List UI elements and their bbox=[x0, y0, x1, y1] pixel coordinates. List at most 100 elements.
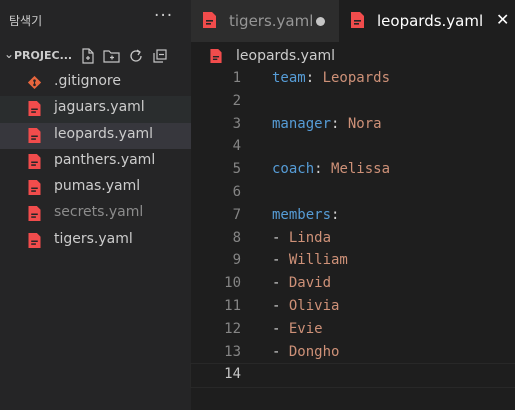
file-item[interactable]: jaguars.yaml bbox=[0, 96, 191, 123]
explorer-header: 탐색기 ··· bbox=[0, 0, 191, 42]
code-line[interactable]: 5 coach: Melissa bbox=[191, 159, 515, 182]
yaml-punctuation: - bbox=[272, 320, 289, 337]
yaml-value: Olivia bbox=[288, 297, 340, 314]
code-text: members: bbox=[272, 207, 339, 223]
line-number: 6 bbox=[232, 183, 241, 200]
yaml-value: Leopards bbox=[322, 70, 391, 86]
yaml-punctuation: - bbox=[272, 343, 289, 360]
code-editor[interactable]: 1 team: Leopards 2 3 manager: Nora 4 5 coach: M… bbox=[190, 68, 515, 389]
line-number: 10 bbox=[224, 275, 241, 292]
yaml-value: William bbox=[288, 252, 348, 269]
yaml-value: David bbox=[288, 275, 332, 292]
yaml-file-icon bbox=[351, 12, 364, 28]
code-text: - David bbox=[272, 275, 331, 291]
line-number: 3 bbox=[232, 115, 241, 132]
yaml-value: Linda bbox=[288, 229, 332, 246]
yaml-file-icon bbox=[28, 206, 41, 221]
explorer-sidebar: 탐색기 ··· ⌄ PROJEC... .gitignore jaguars.ya… bbox=[0, 0, 191, 410]
new-file-icon[interactable] bbox=[79, 47, 97, 65]
line-number: 5 bbox=[232, 161, 241, 178]
code-text: manager: Nora bbox=[272, 116, 382, 132]
file-item[interactable]: pumas.yaml bbox=[0, 175, 191, 201]
code-line[interactable]: 8 - Linda bbox=[191, 228, 515, 251]
file-name: .gitignore bbox=[54, 73, 121, 89]
close-icon[interactable]: ✕ bbox=[496, 10, 509, 29]
unsaved-dot-icon[interactable] bbox=[316, 17, 325, 26]
line-number: 4 bbox=[232, 138, 241, 155]
file-name: jaguars.yaml bbox=[54, 99, 145, 116]
line-number: 7 bbox=[232, 206, 241, 223]
yaml-punctuation: : bbox=[314, 161, 332, 178]
yaml-value: Evie bbox=[288, 320, 323, 337]
line-number: 9 bbox=[232, 252, 241, 269]
file-item[interactable]: secrets.yaml bbox=[0, 201, 191, 227]
tab-label: leopards.yaml bbox=[377, 12, 484, 30]
yaml-punctuation: : bbox=[305, 70, 323, 86]
collapse-all-icon[interactable] bbox=[151, 47, 169, 65]
line-number: 13 bbox=[224, 343, 241, 360]
tab-label: tigers.yaml bbox=[229, 12, 314, 30]
yaml-file-icon bbox=[203, 12, 216, 28]
breadcrumb-file[interactable]: leopards.yaml bbox=[236, 48, 335, 64]
code-line[interactable]: 7 members: bbox=[191, 205, 515, 228]
code-line[interactable]: 3 manager: Nora bbox=[191, 114, 515, 137]
more-actions-icon[interactable]: ··· bbox=[154, 6, 173, 26]
code-line[interactable]: 10 - David bbox=[191, 273, 515, 296]
file-name: panthers.yaml bbox=[54, 151, 156, 168]
yaml-value: Dongho bbox=[288, 343, 340, 360]
code-text: - Dongho bbox=[272, 344, 339, 360]
line-number: 8 bbox=[232, 229, 241, 246]
yaml-punctuation: - bbox=[272, 275, 289, 292]
file-name: tigers.yaml bbox=[54, 230, 133, 247]
code-line[interactable]: 11 - Olivia bbox=[191, 296, 515, 319]
editor-tab-bar: tigers.yaml leopards.yaml ✕ bbox=[191, 0, 515, 42]
line-number: 14 bbox=[224, 366, 241, 383]
tab-tigers-yaml[interactable]: tigers.yaml bbox=[191, 0, 339, 42]
code-line[interactable]: 12 - Evie bbox=[191, 319, 515, 342]
yaml-file-icon bbox=[210, 49, 222, 63]
file-item[interactable]: panthers.yaml bbox=[0, 149, 191, 175]
line-number: 2 bbox=[232, 92, 241, 109]
code-line[interactable]: 6 bbox=[191, 182, 515, 205]
git-icon bbox=[28, 75, 41, 90]
chevron-down-icon[interactable]: ⌄ bbox=[4, 47, 14, 61]
tab-leopards-yaml[interactable]: leopards.yaml ✕ bbox=[339, 0, 515, 42]
file-name: pumas.yaml bbox=[54, 178, 141, 195]
file-item[interactable]: tigers.yaml bbox=[0, 228, 191, 254]
explorer-title: 탐색기 bbox=[9, 14, 43, 28]
line-number: 11 bbox=[224, 297, 241, 314]
project-folder-row[interactable]: ⌄ PROJEC... bbox=[0, 44, 191, 70]
yaml-punctuation: : bbox=[331, 206, 340, 223]
yaml-punctuation: - bbox=[272, 252, 289, 269]
yaml-key: coach bbox=[272, 161, 315, 178]
code-line[interactable]: 9 - William bbox=[191, 250, 515, 273]
new-folder-icon[interactable] bbox=[103, 47, 121, 65]
code-line[interactable]: 2 bbox=[191, 91, 515, 114]
code-text: - Olivia bbox=[272, 298, 339, 314]
code-line[interactable]: 4 bbox=[191, 136, 515, 159]
yaml-key: members bbox=[272, 206, 332, 223]
project-folder-name[interactable]: PROJEC... bbox=[14, 49, 72, 62]
refresh-icon[interactable] bbox=[127, 47, 145, 65]
code-text: team: Leopards bbox=[272, 70, 390, 86]
file-item[interactable]: .gitignore bbox=[0, 70, 191, 96]
code-text: - Linda bbox=[272, 230, 331, 246]
line-number: 1 bbox=[232, 70, 241, 86]
code-text: - Evie bbox=[272, 321, 323, 337]
yaml-file-icon bbox=[28, 154, 41, 169]
breadcrumb: leopards.yaml bbox=[191, 46, 515, 68]
yaml-file-icon bbox=[28, 233, 41, 248]
yaml-value: Melissa bbox=[331, 161, 391, 178]
code-text: coach: Melissa bbox=[272, 161, 390, 177]
explorer-actions bbox=[79, 47, 169, 65]
file-item[interactable]: leopards.yaml bbox=[0, 122, 191, 149]
yaml-file-icon bbox=[28, 128, 41, 143]
yaml-value: Nora bbox=[347, 115, 382, 132]
code-line[interactable]: 13 - Dongho bbox=[191, 342, 515, 365]
code-text: - William bbox=[272, 252, 348, 268]
line-number: 12 bbox=[224, 320, 241, 337]
yaml-file-icon bbox=[28, 101, 41, 116]
file-tree: .gitignore jaguars.yaml leopards.yaml panth… bbox=[0, 70, 191, 254]
code-line[interactable]: 14 bbox=[190, 363, 515, 389]
code-line[interactable]: 1 team: Leopards bbox=[191, 68, 515, 91]
